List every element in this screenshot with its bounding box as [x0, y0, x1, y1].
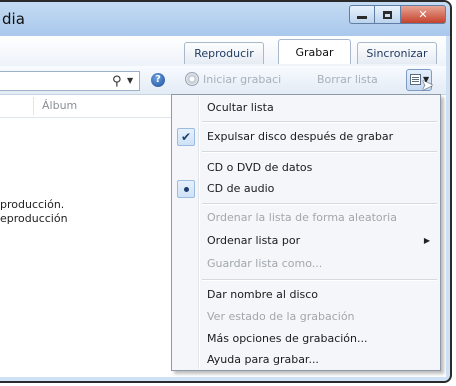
menu-item-save-list-as[interactable]: Guardar lista como... [174, 254, 438, 274]
menu-item-name-disc[interactable]: Dar nombre al disco [174, 285, 438, 305]
menu-item-shuffle-list[interactable]: Ordenar la lista de forma aleatoria [174, 208, 438, 228]
minimize-button[interactable] [349, 5, 375, 24]
maximize-icon [383, 10, 392, 19]
menu-item-label: CD de audio [207, 182, 275, 195]
column-header: Álbum [0, 95, 175, 118]
menu-item-label: Ocultar lista [207, 101, 274, 114]
menu-item-label: Más opciones de grabación... [207, 332, 368, 345]
menu-item-data-disc[interactable]: CD o DVD de datos [174, 158, 438, 178]
menu-separator [202, 203, 437, 205]
window-title: dia [2, 10, 25, 28]
menu-item-label: Ayuda para grabar... [207, 353, 319, 366]
search-input[interactable]: ⚲ ▼ [0, 71, 140, 91]
menu-item-eject-after-burn[interactable]: ✔ Expulsar disco después de grabar [174, 127, 438, 147]
start-burn-label: Iniciar grabaci [203, 72, 282, 86]
start-burn-button[interactable]: Iniciar grabaci [185, 72, 281, 86]
menu-item-label: Ver estado de la grabación [207, 310, 355, 323]
tab-sync[interactable]: Sincronizar [357, 42, 437, 64]
menu-item-burn-status[interactable]: Ver estado de la grabación [174, 307, 438, 327]
tab-strip: Reproducir Grabar Sincronizar [0, 36, 446, 66]
toolbar: ⚲ ▼ ? Iniciar grabaci Borrar lista ▼ ➤ [0, 66, 446, 95]
menu-item-burn-help[interactable]: Ayuda para grabar... [174, 350, 438, 370]
list-message-line-1: producción. [0, 198, 65, 211]
list-options-icon [410, 74, 421, 85]
list-options-button[interactable]: ▼ ➤ [406, 69, 434, 94]
list-message-line-2: eproducción [0, 212, 68, 225]
disc-icon [185, 72, 199, 86]
minimize-icon [357, 16, 367, 19]
menu-item-hide-list[interactable]: Ocultar lista [174, 98, 438, 118]
menu-separator [202, 151, 437, 153]
menu-item-sort-list-by[interactable]: Ordenar lista por ▶ [174, 231, 438, 251]
mouse-cursor-icon: ➤ [421, 76, 434, 94]
clear-list-button[interactable]: Borrar lista [317, 73, 378, 86]
search-icon[interactable]: ⚲ [112, 74, 122, 89]
maximize-button[interactable] [375, 5, 401, 24]
radio-dot-icon [177, 180, 195, 198]
menu-item-label: Ordenar la lista de forma aleatoria [207, 211, 397, 224]
menu-item-label: Guardar lista como... [207, 257, 323, 270]
menu-item-audio-cd[interactable]: CD de audio [174, 179, 438, 199]
tab-burn[interactable]: Grabar [278, 39, 351, 64]
list-options-menu: Ocultar lista ✔ Expulsar disco después d… [171, 94, 441, 371]
menu-item-more-burn-options[interactable]: Más opciones de grabación... [174, 329, 438, 349]
menu-item-label: CD o DVD de datos [207, 161, 313, 174]
help-icon[interactable]: ? [151, 73, 165, 87]
column-album[interactable]: Álbum [42, 99, 77, 112]
search-dropdown-icon[interactable]: ▼ [127, 76, 133, 85]
caption-buttons: ✕ [349, 5, 446, 24]
column-divider[interactable] [33, 97, 34, 115]
checkmark-icon: ✔ [177, 128, 195, 146]
close-icon: ✕ [418, 8, 428, 21]
menu-separator [202, 279, 437, 281]
menu-separator [202, 121, 437, 123]
close-button[interactable]: ✕ [401, 5, 446, 24]
menu-item-label: Dar nombre al disco [207, 288, 319, 301]
menu-item-label: Ordenar lista por [207, 234, 301, 247]
tab-play[interactable]: Reproducir [184, 42, 264, 64]
menu-item-label: Expulsar disco después de grabar [207, 130, 394, 143]
submenu-arrow-icon: ▶ [423, 236, 430, 245]
title-bar[interactable]: dia ✕ [0, 2, 450, 36]
